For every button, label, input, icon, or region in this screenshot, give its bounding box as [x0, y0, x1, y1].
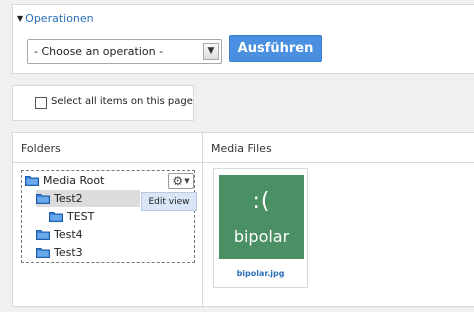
- media-file-name[interactable]: bipolar.jpg: [214, 269, 307, 278]
- browser-panel: Folders Media Files Media Root ⚙ ▼ Test2 …: [12, 132, 474, 308]
- tree-node-test[interactable]: TEST: [49, 208, 94, 225]
- tree-node-test4[interactable]: Test4: [36, 226, 83, 243]
- operation-select-value: - Choose an operation -: [34, 45, 164, 58]
- chevron-down-icon: ▼: [203, 43, 219, 60]
- folder-tree: Media Root ⚙ ▼ Test2 Edit view TEST Test4…: [21, 170, 197, 263]
- folder-icon: [36, 230, 50, 240]
- operations-panel: ▼ Operationen - Choose an operation - ▼ …: [12, 4, 474, 74]
- tree-node-label: Test3: [54, 246, 83, 259]
- tree-node-label: TEST: [67, 210, 95, 223]
- column-divider: [202, 133, 203, 308]
- select-all-checkbox[interactable]: [35, 97, 47, 109]
- folder-icon: [49, 212, 63, 222]
- tree-node-label: Test4: [54, 228, 83, 241]
- gear-icon: ⚙: [172, 174, 184, 188]
- tree-node-media-root[interactable]: Media Root: [25, 172, 104, 189]
- operations-title: Operationen: [25, 12, 94, 25]
- folder-actions-button[interactable]: ⚙ ▼: [168, 173, 194, 189]
- folder-icon: [36, 194, 50, 204]
- operations-toggle[interactable]: ▼ Operationen: [17, 12, 94, 25]
- folder-icon: [36, 248, 50, 258]
- tree-node-label: Test2: [54, 192, 83, 205]
- collapse-triangle-icon: ▼: [17, 14, 24, 23]
- tree-node-test3[interactable]: Test3: [36, 244, 83, 261]
- folder-icon: [25, 176, 39, 186]
- thumbnail-face-text: :(: [252, 189, 271, 214]
- thumbnail-word-text: bipolar: [233, 227, 290, 246]
- run-operation-button[interactable]: Ausführen: [229, 35, 322, 62]
- select-all-label: Select all items on this page: [51, 96, 193, 107]
- media-files-header: Media Files: [203, 133, 474, 163]
- folders-header: Folders: [13, 133, 202, 163]
- media-file-card[interactable]: :( bipolar bipolar.jpg: [213, 168, 308, 288]
- tree-node-test2[interactable]: Test2: [36, 190, 140, 207]
- select-all-panel: Select all items on this page: [12, 85, 194, 121]
- operation-select[interactable]: - Choose an operation - ▼: [27, 39, 222, 64]
- media-thumbnail[interactable]: :( bipolar: [219, 175, 304, 259]
- context-menu-edit-view[interactable]: Edit view: [141, 192, 197, 211]
- caret-down-icon: ▼: [184, 177, 190, 185]
- tree-node-label: Media Root: [43, 174, 105, 187]
